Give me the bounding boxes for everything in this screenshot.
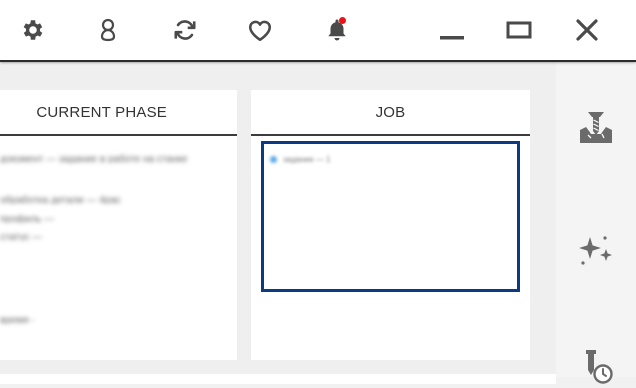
job-title-rule [251,134,530,136]
heart-icon [248,20,272,42]
close-icon [576,19,598,41]
title-bar [0,0,636,60]
phase-line: профиль — [0,214,55,223]
phase-line: статус — [0,232,43,241]
job-list[interactable]: задание — 1 [261,141,520,292]
current-phase-panel: CURRENT PHASE документ — задание в работ… [0,90,237,360]
rail-drill-button[interactable] [574,106,618,150]
title-bar-divider [0,60,636,62]
maximize-icon [506,21,532,39]
phase-line: обработка детали — 4рас [0,195,121,204]
sparkle-icon [579,236,612,265]
settings-button[interactable] [17,14,49,46]
minimize-button[interactable] [436,14,468,46]
current-phase-title-rule [0,134,237,136]
phase-line: документ — задание в работе на станке [0,154,188,163]
user-icon [100,18,116,42]
notification-badge [339,17,346,24]
current-phase-title: CURRENT PHASE [36,103,167,121]
bottom-panel [0,374,556,384]
minimize-icon [440,36,464,40]
job-item-label: задание — 1 [283,155,331,164]
phase-line: время — [0,315,34,324]
job-title: JOB [375,103,406,121]
main-content: CURRENT PHASE документ — задание в работ… [0,62,556,384]
maximize-button[interactable] [503,14,535,46]
job-panel: JOB задание — 1 [251,90,530,360]
job-status-dot [270,156,277,163]
job-list-item[interactable]: задание — 1 [270,155,330,164]
rail-sparkle-button[interactable] [574,227,618,271]
account-button[interactable] [92,14,124,46]
drill-icon [580,112,612,143]
sync-icon [174,20,196,40]
notifications-button[interactable] [321,14,353,46]
favorites-button[interactable] [244,14,276,46]
rail-tool-timer-button[interactable] [574,344,618,388]
refresh-button[interactable] [169,14,201,46]
gear-icon [23,20,43,40]
close-button[interactable] [571,14,603,46]
tool-timer-icon [586,350,613,384]
right-rail [556,62,636,384]
